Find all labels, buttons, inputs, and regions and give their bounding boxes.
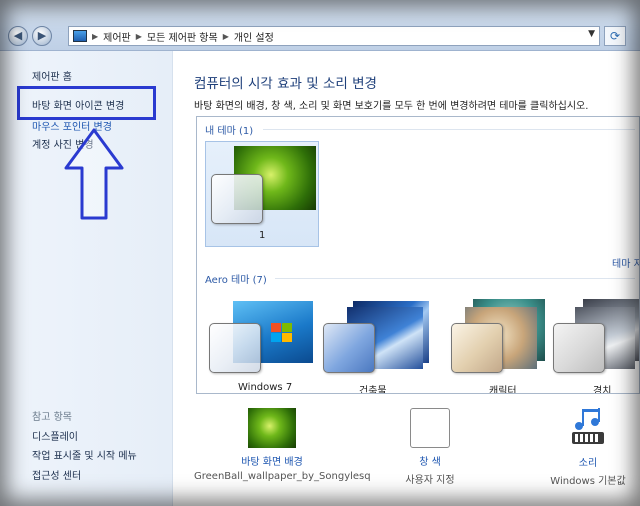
theme-list[interactable]: 내 테마 (1) 1 테마 저 Aero 테마 (7) Windows 7 건축… [196, 116, 640, 394]
annotation-highlight-box [17, 86, 156, 120]
sounds-label: 소리 [578, 458, 598, 469]
chevron-right-icon: ▶ [135, 31, 142, 41]
theme-name: Windows 7 [238, 382, 293, 393]
sound-notes-icon [572, 408, 604, 444]
window-color-value: 사용자 지정 [405, 475, 455, 486]
my-themes-heading: 내 테마 (1) [205, 126, 254, 137]
theme-item-architecture[interactable]: 건축물 [321, 299, 431, 394]
window-color-preview [410, 408, 450, 448]
control-panel-icon [73, 30, 87, 42]
window-color-swatch [451, 323, 503, 373]
theme-name: 건축물 [359, 386, 387, 394]
address-bar[interactable]: ▶ 제어판 ▶ 모든 제어판 항목 ▶ 개인 설정 ▼ [68, 26, 600, 46]
desktop-background-label: 바탕 화면 배경 [241, 457, 303, 468]
see-also-display[interactable]: 디스플레이 [32, 428, 78, 443]
breadcrumb-personalization[interactable]: 개인 설정 [234, 29, 274, 44]
chevron-right-icon: ▶ [222, 31, 229, 41]
desktop-background-setting[interactable]: 바탕 화면 배경 GreenBall_wallpaper_by_Songyles… [194, 408, 371, 482]
theme-item-landscapes[interactable]: 경치 [553, 299, 639, 394]
wallpaper-preview [248, 408, 296, 448]
group-divider [263, 129, 635, 130]
see-also-ease-of-access[interactable]: 접근성 센터 [32, 467, 81, 482]
desktop-background-value: GreenBall_wallpaper_by_Songylesq [194, 471, 371, 482]
group-divider [275, 278, 635, 279]
annotation-up-arrow-icon [64, 128, 124, 220]
theme-item-characters[interactable]: 캐릭터 [437, 299, 547, 394]
theme-item-windows7[interactable]: Windows 7 [205, 299, 315, 393]
theme-name: 캐릭터 [489, 386, 517, 394]
window-color-setting[interactable]: 창 색 사용자 지정 [390, 408, 470, 486]
forward-button[interactable]: ▶ [32, 26, 52, 46]
sounds-value: Windows 기본값 [550, 476, 626, 487]
window-color-label: 창 색 [419, 457, 441, 468]
window-color-swatch [211, 174, 263, 224]
aero-themes-heading: Aero 테마 (7) [205, 275, 267, 286]
sounds-setting[interactable]: 소리 Windows 기본값 [548, 406, 628, 487]
sidebar-home-link[interactable]: 제어판 홈 [32, 68, 72, 83]
breadcrumb-control-panel[interactable]: 제어판 [103, 29, 131, 44]
see-also-taskbar[interactable]: 작업 표시줄 및 시작 메뉴 [32, 447, 137, 462]
breadcrumb-all-items[interactable]: 모든 제어판 항목 [147, 29, 218, 44]
page-title: 컴퓨터의 시각 효과 및 소리 변경 [194, 76, 377, 92]
window-color-swatch [323, 323, 375, 373]
address-toolbar: ◀ ▶ ▶ 제어판 ▶ 모든 제어판 항목 ▶ 개인 설정 ▼ ⟳ [0, 0, 640, 51]
theme-name: 1 [259, 230, 266, 241]
chevron-down-icon[interactable]: ▼ [588, 29, 595, 39]
save-theme-link[interactable]: 테마 저 [612, 255, 639, 270]
refresh-button[interactable]: ⟳ [604, 26, 626, 46]
chevron-right-icon: ▶ [92, 31, 99, 41]
see-also-heading: 참고 항목 [32, 412, 72, 423]
back-button[interactable]: ◀ [8, 26, 28, 46]
window-color-swatch [209, 323, 261, 373]
theme-item-my-theme[interactable]: 1 [205, 141, 319, 247]
window-color-swatch [553, 323, 605, 373]
page-description: 바탕 화면의 배경, 창 색, 소리 및 화면 보호기를 모두 한 번에 변경하… [194, 101, 589, 112]
theme-name: 경치 [593, 386, 612, 394]
